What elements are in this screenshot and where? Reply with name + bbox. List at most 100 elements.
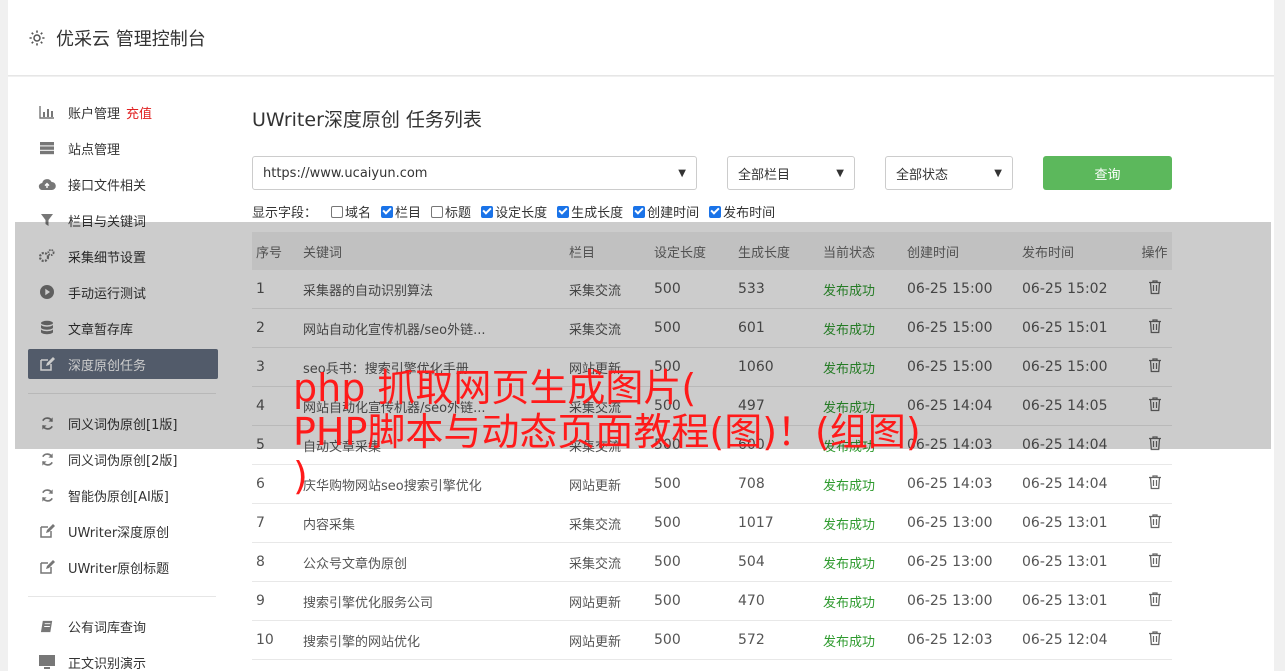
edit-icon	[38, 558, 56, 576]
delete-button[interactable]	[1137, 435, 1172, 455]
sidebar-item-collect-settings[interactable]: 采集细节设置	[28, 241, 218, 271]
app-title: 优采云 管理控制台	[56, 28, 206, 50]
delete-button[interactable]	[1137, 591, 1172, 611]
site-select[interactable]: https://www.ucaiyun.com ▼	[252, 156, 697, 190]
table-cell: 9	[256, 593, 265, 609]
table-cell: 1	[256, 281, 265, 297]
filter-bar: https://www.ucaiyun.com ▼ 全部栏目 ▼ 全部状态 ▼ …	[252, 156, 1172, 190]
sidebar-item-sites[interactable]: 站点管理	[28, 133, 218, 163]
status-select[interactable]: 全部状态 ▼	[885, 156, 1013, 190]
sidebar-item-uwriter-title[interactable]: UWriter原创标题	[28, 552, 218, 582]
sidebar-item-text-recognition[interactable]: 正文识别演示	[28, 647, 218, 671]
sidebar-item-label: 文章暂存库	[68, 322, 134, 338]
main-content: UWriter深度原创 任务列表 https://www.ucaiyun.com…	[252, 100, 1172, 660]
delete-button[interactable]	[1137, 396, 1172, 416]
filter-icon	[38, 211, 56, 229]
trash-icon	[1147, 435, 1163, 451]
table-header-cell: 序号	[256, 245, 283, 261]
sidebar-item-synonym-v1[interactable]: 同义词伪原创[1版]	[28, 408, 218, 438]
gear-icon	[28, 29, 46, 47]
chevron-down-icon: ▼	[678, 167, 686, 179]
table-header-row: 序号 关键词 栏目 设定长度 生成长度 当前状态 创建时间 发布时间 操作	[252, 232, 1172, 270]
table-cell: 500	[654, 281, 681, 297]
sidebar-item-label: 智能伪原创[AI版]	[68, 489, 169, 505]
table-row: 7 内容采集 采集交流 500 1017 发布成功 06-25 13:00 06-25 13:…	[252, 504, 1172, 543]
sidebar-item-label: 公有词库查询	[68, 620, 147, 636]
table-cell: 572	[738, 632, 765, 648]
sidebar-item-public-lexicon[interactable]: 公有词库查询	[28, 611, 218, 641]
table-cell: 500	[654, 554, 681, 570]
sidebar-item-article-store[interactable]: 文章暂存库	[28, 313, 218, 343]
status-select-value: 全部状态	[896, 167, 949, 183]
sidebar-item-ai-rewrite[interactable]: 智能伪原创[AI版]	[28, 480, 218, 510]
field-checkbox-label: 设定长度	[495, 206, 548, 221]
server-icon	[38, 139, 56, 157]
sidebar-item-account[interactable]: 账户管理 充值	[28, 97, 218, 127]
delete-button[interactable]	[1137, 552, 1172, 572]
table-cell: 采集交流	[569, 517, 622, 533]
sidebar-item-label: 手动运行测试	[68, 286, 147, 302]
edit-icon	[38, 522, 56, 540]
bar-chart-icon	[38, 103, 56, 121]
field-checkbox[interactable]: 标题	[431, 202, 471, 221]
table-cell: 采集交流	[569, 283, 622, 299]
table-header-cell: 关键词	[303, 245, 343, 261]
site-select-value: https://www.ucaiyun.com	[263, 165, 428, 181]
sidebar-item-uwriter-deep[interactable]: UWriter深度原创	[28, 516, 218, 546]
table-cell: 搜索引擎优化服务公司	[303, 595, 434, 611]
delete-button[interactable]	[1137, 318, 1172, 338]
delete-button[interactable]	[1137, 513, 1172, 533]
checkbox-unchecked-icon[interactable]	[331, 205, 344, 218]
table-cell: 06-25 15:02	[1022, 281, 1108, 297]
delete-button[interactable]	[1137, 279, 1172, 299]
sidebar-item-columns[interactable]: 栏目与关键词	[28, 205, 218, 235]
table-header-cell: 发布时间	[1022, 245, 1075, 261]
sidebar-item-label: 账户管理	[68, 106, 121, 122]
field-checkbox[interactable]: 栏目	[381, 202, 421, 221]
checkbox-checked-icon[interactable]	[633, 205, 646, 218]
sidebar-item-label: 同义词伪原创[2版]	[68, 453, 178, 469]
field-checkbox[interactable]: 创建时间	[633, 202, 699, 221]
sidebar-item-manual-run[interactable]: 手动运行测试	[28, 277, 218, 307]
checkbox-checked-icon[interactable]	[481, 205, 494, 218]
recharge-link[interactable]: 充值	[126, 103, 152, 122]
sidebar-item-synonym-v2[interactable]: 同义词伪原创[2版]	[28, 444, 218, 474]
table-cell: 网站自动化宣传机器/seo外链...	[303, 322, 486, 338]
table-cell: 7	[256, 515, 265, 531]
table-cell: 06-25 12:04	[1022, 632, 1108, 648]
trash-icon	[1147, 279, 1163, 295]
refresh-icon	[38, 486, 56, 504]
delete-button[interactable]	[1137, 474, 1172, 494]
table-cell: 采集器的自动识别算法	[303, 283, 434, 299]
table-row: 8 公众号文章伪原创 采集交流 500 504 发布成功 06-25 13:00 06-25 …	[252, 543, 1172, 582]
sidebar-item-label: 站点管理	[68, 142, 121, 158]
checkbox-checked-icon[interactable]	[557, 205, 570, 218]
table-cell: 采集交流	[569, 556, 622, 572]
sidebar-item-label: UWriter原创标题	[68, 561, 170, 577]
table-cell: 公众号文章伪原创	[303, 556, 408, 572]
field-checkbox-label: 发布时间	[723, 206, 776, 221]
delete-button[interactable]	[1137, 630, 1172, 650]
table-cell: 1017	[738, 515, 774, 531]
table-cell: 06-25 15:00	[907, 320, 993, 336]
query-button[interactable]: 查询	[1043, 156, 1172, 190]
database-icon	[38, 319, 56, 337]
table-cell: 06-25 12:03	[907, 632, 993, 648]
display-fields-label: 显示字段：	[252, 206, 318, 221]
sidebar-divider	[28, 393, 216, 394]
sidebar-item-interface[interactable]: 接口文件相关	[28, 169, 218, 199]
field-checkbox[interactable]: 设定长度	[481, 202, 547, 221]
field-checkbox[interactable]: 发布时间	[709, 202, 775, 221]
field-checkbox[interactable]: 域名	[331, 202, 371, 221]
delete-button[interactable]	[1137, 357, 1172, 377]
sidebar-item-deep-original-tasks[interactable]: 深度原创任务	[28, 349, 218, 379]
watermark-line: PHP脚本与动态页面教程(图)！(组图)	[293, 410, 921, 454]
checkbox-checked-icon[interactable]	[381, 205, 394, 218]
checkbox-checked-icon[interactable]	[709, 205, 722, 218]
sidebar-item-label: 采集细节设置	[68, 250, 147, 266]
field-checkbox-label: 栏目	[395, 206, 422, 221]
table-cell: 500	[654, 320, 681, 336]
checkbox-unchecked-icon[interactable]	[431, 205, 444, 218]
column-select[interactable]: 全部栏目 ▼	[727, 156, 855, 190]
field-checkbox[interactable]: 生成长度	[557, 202, 623, 221]
